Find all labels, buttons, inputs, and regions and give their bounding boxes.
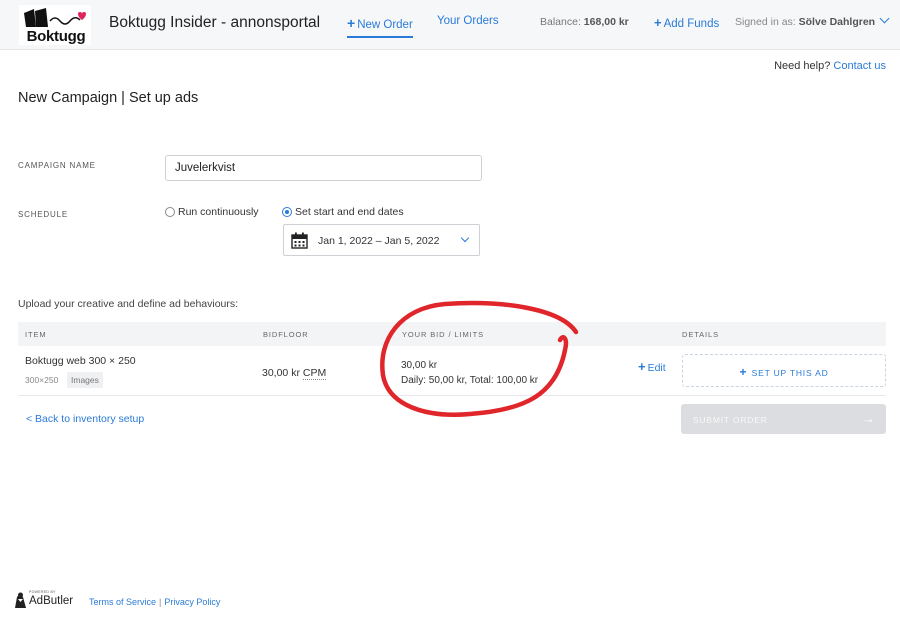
signed-in-user: Sölve Dahlgren [798, 16, 876, 28]
set-up-ad-label: SET UP THIS AD [751, 368, 829, 378]
item-name: Boktugg web 300 × 250 [25, 355, 136, 367]
radio-checked-icon [282, 207, 292, 217]
upload-instructions: Upload your creative and define ad behav… [18, 298, 239, 310]
boktugg-logo[interactable]: Boktugg [19, 5, 91, 45]
nav-new-order-label: New Order [357, 19, 413, 31]
help-text: Need help? Contact us [774, 60, 886, 72]
bid-limits-value: Daily: 50,00 kr, Total: 100,00 kr [401, 375, 539, 386]
adbutler-logo[interactable]: POWERED BY AdButler [13, 590, 75, 610]
footer-separator: | [159, 597, 162, 607]
powered-by-label: POWERED BY [29, 590, 56, 594]
radio-unchecked-icon [165, 207, 175, 217]
schedule-label: SCHEDULE [18, 210, 68, 219]
signed-in-label: Signed in as: [735, 16, 796, 28]
column-header-details: DETAILS [682, 330, 720, 339]
balance-value: 168,00 kr [583, 16, 629, 28]
plus-icon: + [654, 15, 662, 30]
set-dates-label: Set start and end dates [295, 206, 404, 218]
edit-bid-button[interactable]: + Edit [638, 359, 666, 374]
books-logo-icon [24, 8, 86, 27]
column-header-bid-limits: YOUR BID / LIMITS [402, 330, 484, 339]
table-row: Boktugg web 300 × 250 300×250 Images 30,… [18, 346, 886, 396]
balance-label: Balance: [540, 16, 581, 28]
adbutler-butler-icon [15, 592, 26, 608]
edit-label: Edit [647, 362, 666, 374]
plus-icon: + [739, 365, 747, 379]
brand-name: Boktugg [26, 28, 86, 45]
plus-icon: + [638, 359, 646, 374]
item-type-tag: Images [67, 372, 103, 388]
chevron-down-icon [460, 233, 470, 243]
set-dates-radio[interactable]: Set start and end dates [282, 206, 404, 218]
calendar-icon [291, 232, 308, 249]
help-label: Need help? [774, 60, 831, 72]
campaign-name-input[interactable]: Juvelerkvist [165, 155, 482, 181]
site-title: Boktugg Insider - annonsportal [109, 14, 321, 31]
contact-us-link[interactable]: Contact us [833, 60, 886, 72]
column-header-item: ITEM [25, 330, 47, 339]
campaign-name-label: CAMPAIGN NAME [18, 161, 96, 170]
privacy-link[interactable]: Privacy Policy [164, 597, 220, 607]
nav-new-order[interactable]: + New Order [347, 15, 413, 38]
page-title: New Campaign | Set up ads [18, 90, 199, 106]
add-funds-link[interactable]: + Add Funds [654, 15, 719, 30]
bidfloor-value: 30,00 kr CPM [262, 367, 327, 380]
adbutler-label: AdButler [29, 595, 74, 607]
set-up-ad-button[interactable]: + SET UP THIS AD [682, 354, 886, 387]
footer-links: Terms of Service | Privacy Policy [89, 597, 220, 607]
ad-items-table: ITEM BIDFLOOR YOUR BID / LIMITS DETAILS … [18, 322, 886, 396]
your-bid-value: 30,00 kr [401, 360, 438, 371]
cpm-unit: CPM [302, 367, 327, 380]
column-header-bidfloor: BIDFLOOR [263, 330, 309, 339]
nav-your-orders[interactable]: Your Orders [437, 15, 499, 27]
bidfloor-amount: 30,00 kr [262, 367, 300, 379]
chevron-down-icon [879, 13, 890, 24]
user-menu[interactable]: Signed in as: Sölve Dahlgren [735, 13, 890, 28]
table-header: ITEM BIDFLOOR YOUR BID / LIMITS DETAILS [18, 322, 886, 346]
add-funds-label: Add Funds [663, 18, 720, 30]
balance: Balance: 168,00 kr [540, 16, 629, 28]
run-continuously-label: Run continuously [178, 206, 259, 218]
terms-link[interactable]: Terms of Service [89, 597, 156, 607]
item-size: 300×250 [25, 375, 59, 385]
top-bar: Boktugg Boktugg Insider - annonsportal +… [0, 0, 900, 50]
arrow-right-icon: → [862, 411, 875, 426]
plus-icon: + [347, 15, 356, 31]
back-to-inventory-link[interactable]: < Back to inventory setup [26, 413, 144, 425]
submit-order-button[interactable]: SUBMIT ORDER → [681, 404, 886, 434]
date-range-picker[interactable]: Jan 1, 2022 – Jan 5, 2022 [283, 224, 480, 256]
date-range-value: Jan 1, 2022 – Jan 5, 2022 [318, 235, 440, 247]
run-continuously-radio[interactable]: Run continuously [165, 206, 259, 218]
submit-order-label: SUBMIT ORDER [693, 415, 768, 425]
